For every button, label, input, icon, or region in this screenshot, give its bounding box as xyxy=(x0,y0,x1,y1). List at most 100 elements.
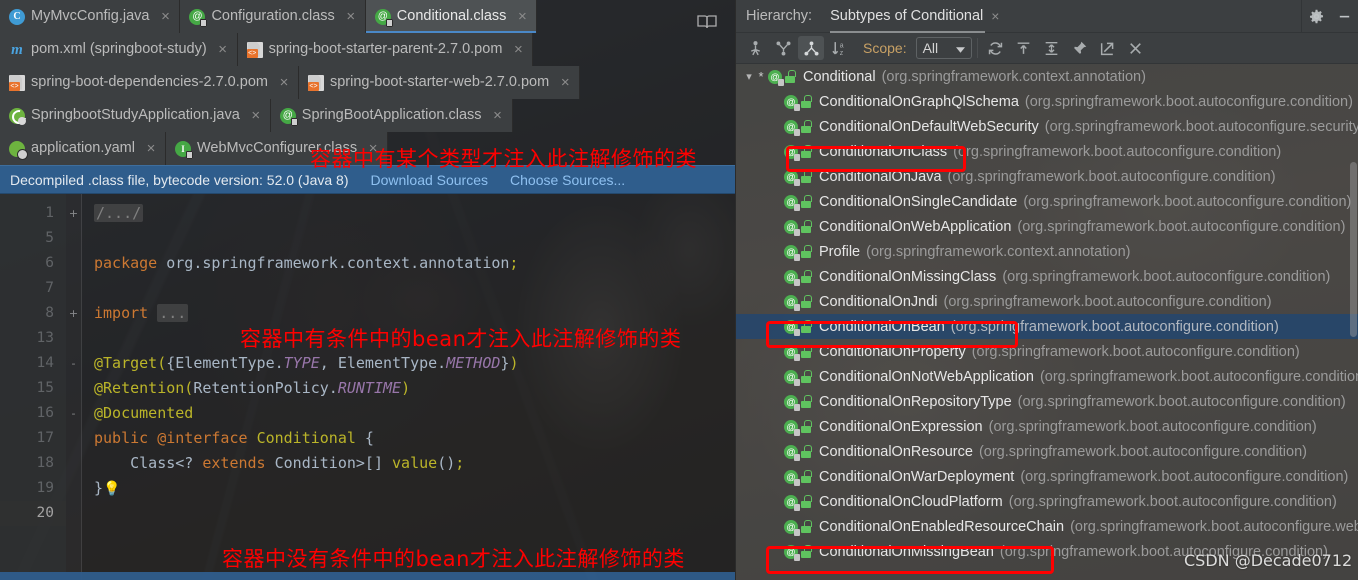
hierarchy-tree-row[interactable]: @ ConditionalOnNotWebApplication (org.spri… xyxy=(736,364,1358,389)
hierarchy-tree-row[interactable]: @ ConditionalOnJndi (org.springframework.b… xyxy=(736,289,1358,314)
type-hierarchy-icon[interactable] xyxy=(742,36,768,60)
editor-tab[interactable]: @ Configuration.class × xyxy=(180,0,366,33)
open-in-new-window-icon[interactable] xyxy=(1095,36,1121,60)
hierarchy-tree-row[interactable]: @ ConditionalOnGraphQlSchema (org.springfr… xyxy=(736,89,1358,114)
hierarchy-tree-row[interactable]: @ ConditionalOnResource (org.springframewo… xyxy=(736,439,1358,464)
editor-tab[interactable]: C MyMvcConfig.java × xyxy=(0,0,181,33)
pin-icon[interactable] xyxy=(1067,36,1093,60)
expand-all-icon[interactable] xyxy=(1011,36,1037,60)
public-visibility-icon xyxy=(800,95,812,108)
public-visibility-icon xyxy=(800,370,812,383)
refresh-icon[interactable] xyxy=(983,36,1009,60)
fold-toggle-icon[interactable]: - xyxy=(66,351,81,376)
chevron-down-icon[interactable]: ▾ xyxy=(742,70,756,83)
close-icon[interactable]: × xyxy=(345,9,357,24)
annotation-dot-icon: @ xyxy=(784,394,800,411)
hierarchy-tree-row[interactable]: @ ConditionalOnSingleCandidate (org.spring… xyxy=(736,189,1358,214)
hierarchy-type-package: (org.springframework.boot.autoconfigure.… xyxy=(978,443,1307,460)
choose-sources-link[interactable]: Choose Sources... xyxy=(510,172,625,188)
hierarchy-tree[interactable]: ▾ * @ Conditional (org.springframework.conte… xyxy=(736,64,1358,580)
close-icon[interactable]: × xyxy=(492,108,504,123)
tree-scrollbar-thumb[interactable] xyxy=(1350,162,1357,337)
hierarchy-tree-row[interactable]: ▾ * @ Conditional (org.springframework.conte… xyxy=(736,64,1358,89)
hierarchy-tree-row[interactable]: @ ConditionalOnRepositoryType (org.springf… xyxy=(736,389,1358,414)
close-icon[interactable]: × xyxy=(250,108,262,123)
hierarchy-tab-subtypes[interactable]: Subtypes of Conditional × xyxy=(830,0,999,33)
interface-class-icon: I xyxy=(174,140,193,159)
spring-boot-icon xyxy=(9,107,26,125)
editor-tab-row: C MyMvcConfig.java × @ Configuration.class × @… xyxy=(0,0,735,33)
public-visibility-icon xyxy=(800,170,812,183)
code-line: @Retention(RetentionPolicy.RUNTIME) xyxy=(82,376,735,401)
close-icon[interactable]: × xyxy=(991,8,999,24)
hierarchy-tree-row[interactable]: @ ConditionalOnCloudPlatform (org.springfr… xyxy=(736,489,1358,514)
fold-toggle-icon[interactable]: + xyxy=(66,301,81,326)
download-sources-link[interactable]: Download Sources xyxy=(371,172,489,188)
code-editor-area[interactable]: 1 5 6 7 8 13 14 15 16 17 18 19 20 + + - - /.../package … xyxy=(0,194,735,580)
subtypes-hierarchy-icon[interactable] xyxy=(798,36,824,60)
hierarchy-tree-row[interactable]: @ ConditionalOnJava (org.springframework.b… xyxy=(736,164,1358,189)
code-text[interactable]: /.../ package org.springframework.context… xyxy=(82,194,735,580)
hierarchy-type-name: ConditionalOnProperty xyxy=(819,343,966,360)
annotation-type-icon: @ xyxy=(784,169,812,186)
public-visibility-icon xyxy=(800,120,812,133)
intention-bulb-icon[interactable]: 💡 xyxy=(103,481,120,497)
hierarchy-tree-row[interactable]: @ ConditionalOnWebApplication (org.springf… xyxy=(736,214,1358,239)
scope-select[interactable]: All xyxy=(915,37,972,59)
close-icon[interactable]: × xyxy=(512,42,524,57)
editor-tab-label: spring-boot-starter-web-2.7.0.pom xyxy=(329,74,550,91)
hierarchy-type-package: (org.springframework.boot.autoconfigure.… xyxy=(947,168,1276,185)
editor-tab[interactable]: SpringbootStudyApplication.java × xyxy=(0,99,271,132)
code-token: ) xyxy=(401,379,411,397)
editor-tab[interactable]: spring-boot-starter-parent-2.7.0.pom × xyxy=(237,33,534,66)
book-icon[interactable] xyxy=(697,14,717,30)
hierarchy-tree-row[interactable]: @ Profile (org.springframework.context.ann… xyxy=(736,239,1358,264)
hierarchy-tree-row[interactable]: @ ConditionalOnProperty (org.springframewo… xyxy=(736,339,1358,364)
hierarchy-type-name: ConditionalOnNotWebApplication xyxy=(819,368,1034,385)
close-icon[interactable]: × xyxy=(278,75,290,90)
line-number: 18 xyxy=(36,455,54,471)
hierarchy-type-name: ConditionalOnJndi xyxy=(819,293,938,310)
hierarchy-tree-row[interactable]: @ ConditionalOnDefaultWebSecurity (org.spr… xyxy=(736,114,1358,139)
close-icon[interactable]: × xyxy=(516,9,528,24)
hierarchy-type-package: (org.springframework.boot.autoconfigure.… xyxy=(1008,493,1337,510)
editor-tab[interactable]: @ Conditional.class × xyxy=(365,0,538,33)
sort-alphabetically-icon[interactable]: a z xyxy=(826,36,852,60)
fold-toggle-icon[interactable]: + xyxy=(66,201,81,226)
annotation-type-icon: @ xyxy=(784,369,812,386)
hierarchy-type-name: ConditionalOnBean xyxy=(819,318,945,335)
hierarchy-tree-row[interactable]: @ ConditionalOnEnabledResourceChain (org.s… xyxy=(736,514,1358,539)
close-panel-icon[interactable] xyxy=(1123,36,1149,60)
pom-file-icon xyxy=(9,74,25,91)
editor-tab[interactable]: @ SpringBootApplication.class × xyxy=(270,99,513,132)
hierarchy-type-name: ConditionalOnResource xyxy=(819,443,973,460)
line-number: 1 xyxy=(45,205,54,221)
code-token: , ElementType. xyxy=(319,354,447,372)
editor-tab[interactable]: spring-boot-dependencies-2.7.0.pom × xyxy=(0,66,299,99)
editor-tab[interactable]: application.yaml × xyxy=(0,132,166,165)
close-icon[interactable]: × xyxy=(217,42,229,57)
close-icon[interactable]: × xyxy=(145,141,157,156)
editor-tab-row: SpringbootStudyApplication.java × @ SpringB… xyxy=(0,99,735,132)
hierarchy-tree-row[interactable]: @ ConditionalOnWarDeployment (org.springfr… xyxy=(736,464,1358,489)
hierarchy-type-package: (org.springframework.boot.autoconfigure.… xyxy=(1023,193,1352,210)
code-folding-gutter[interactable]: + + - - xyxy=(66,194,82,580)
hierarchy-tree-row[interactable]: @ ConditionalOnMissingClass (org.springfra… xyxy=(736,264,1358,289)
editor-tab[interactable]: m pom.xml (springboot-study) × xyxy=(0,33,238,66)
hierarchy-tree-row[interactable]: @ ConditionalOnClass (org.springframework.… xyxy=(736,139,1358,164)
collapse-all-icon[interactable] xyxy=(1039,36,1065,60)
hierarchy-tree-row[interactable]: @ ConditionalOnExpression (org.springframe… xyxy=(736,414,1358,439)
minimize-icon[interactable] xyxy=(1330,0,1358,33)
editor-tab[interactable]: spring-boot-starter-web-2.7.0.pom × xyxy=(298,66,581,99)
fold-toggle-icon[interactable]: - xyxy=(66,401,81,426)
annotation-dot-icon: @ xyxy=(784,494,800,511)
public-visibility-icon xyxy=(800,220,812,233)
hierarchy-type-name: ConditionalOnJava xyxy=(819,168,942,185)
tree-scrollbar[interactable] xyxy=(1349,64,1358,580)
gear-icon[interactable] xyxy=(1302,0,1330,33)
close-icon[interactable]: × xyxy=(559,75,571,90)
supertypes-hierarchy-icon[interactable] xyxy=(770,36,796,60)
hierarchy-tree-row[interactable]: @ ConditionalOnBean (org.springframework.b… xyxy=(736,314,1358,339)
close-icon[interactable]: × xyxy=(159,9,171,24)
